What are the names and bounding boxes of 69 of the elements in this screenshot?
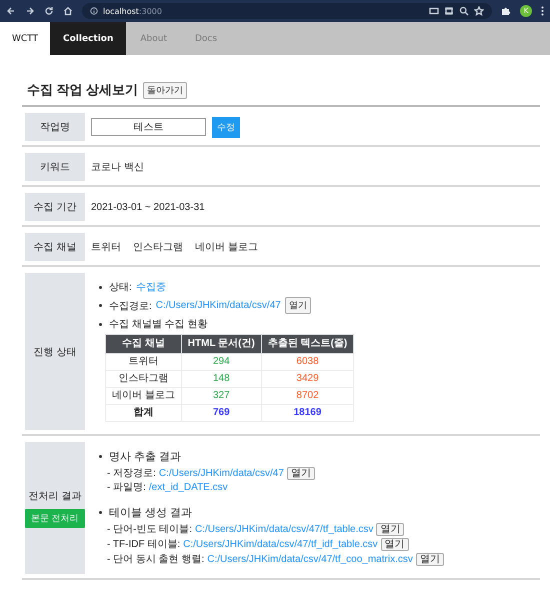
channel-text: 트위터 [91,241,121,254]
table-cell: 327 [181,388,262,404]
zoom-icon[interactable] [459,6,469,16]
path-label: 수집경로: [109,300,152,312]
column-header: 추출된 텍스트(줄) [261,334,354,354]
nav-tab[interactable]: About [126,22,181,55]
table-title: 수집 채널별 수집 현황 [109,318,208,331]
info-icon[interactable] [90,7,98,15]
url-host: localhost [103,6,139,16]
path-link[interactable]: C:/Users/JHKim/data/csv/47 [156,300,281,311]
table-cell: 18169 [261,404,354,422]
forward-icon[interactable] [25,6,35,16]
url-port: :3000 [138,6,162,16]
column-header: 수집 채널 [106,334,182,354]
open-button[interactable]: 열기 [286,467,315,480]
reload-icon[interactable] [44,6,54,16]
file-link[interactable]: C:/Users/JHKim/data/csv/47/tf_coo_matrix.csv [207,554,413,566]
address-bar[interactable]: localhost:3000 [82,3,492,19]
table-cell: 네이버 블로그 [106,388,182,404]
row-label: 키워드 [40,161,70,174]
item-label: - 파일명: [107,482,146,494]
item-label: - 단어 동시 출현 행렬: [107,554,204,566]
status-text: 수집중 [136,281,166,294]
nav-tab[interactable]: Docs [180,22,232,55]
keyword-text: 코로나 백신 [91,161,144,174]
channel-text: 인스타그램 [133,241,183,254]
back-icon[interactable] [6,6,16,16]
page-title: 수집 작업 상세보기 [27,81,138,99]
menu-icon[interactable] [541,6,544,16]
item-label: - TF-IDF 테이블: [107,538,180,550]
puzzle-icon[interactable] [501,6,511,16]
edit-button[interactable]: 수정 [212,116,240,138]
table-cell: 769 [181,404,262,422]
period-text: 2021-03-01 ~ 2021-03-31 [91,202,205,212]
open-button[interactable]: 열기 [380,538,409,551]
section-title: 명사 추출 결과 [109,450,182,464]
open-button[interactable]: 열기 [284,297,311,314]
row-label: 수집 채널 [34,241,76,254]
file-link[interactable]: C:/Users/JHKim/data/csv/47 [158,468,284,480]
status-label: 상태: [109,281,132,294]
nav-tab[interactable]: Collection [50,22,126,55]
row-label: 전처리 결과 [28,490,82,502]
brand-logo[interactable]: WCTT [0,22,50,55]
section-title: 테이블 생성 결과 [109,506,192,520]
preprocess-button[interactable]: 본문 전처리 [25,508,85,528]
table-cell: 8702 [261,388,354,404]
table-cell: 6038 [261,354,354,370]
channel-text: 네이버 블로그 [195,241,258,254]
table-cell: 트위터 [106,354,182,370]
back-button[interactable]: 돌아가기 [143,82,188,98]
row-label: 작업명 [40,121,70,134]
column-header: HTML 문서(건) [181,334,262,354]
table-cell: 인스타그램 [106,370,182,388]
file-link[interactable]: C:/Users/JHKim/data/csv/47/tf_idf_table.csv [183,538,378,550]
item-label: - 단어-빈도 테이블: [107,524,192,536]
home-icon[interactable] [63,6,73,16]
row-label: 수집 기간 [34,201,76,214]
file-link[interactable]: C:/Users/JHKim/data/csv/47/tf_table.csv [195,524,374,536]
open-button[interactable]: 열기 [416,553,444,566]
table-cell: 148 [181,370,262,388]
item-label: - 저장경로: [107,468,156,480]
open-button[interactable]: 열기 [376,523,404,536]
star-icon[interactable] [474,6,484,16]
table-cell: 3429 [261,370,354,388]
file-link[interactable]: /ext_id_DATE.csv [148,482,228,494]
table-cell: 294 [181,354,262,370]
table-cell: 합계 [106,404,182,422]
row-label: 진행 상태 [34,346,76,358]
job-name-field[interactable]: 테스트 [91,118,206,136]
